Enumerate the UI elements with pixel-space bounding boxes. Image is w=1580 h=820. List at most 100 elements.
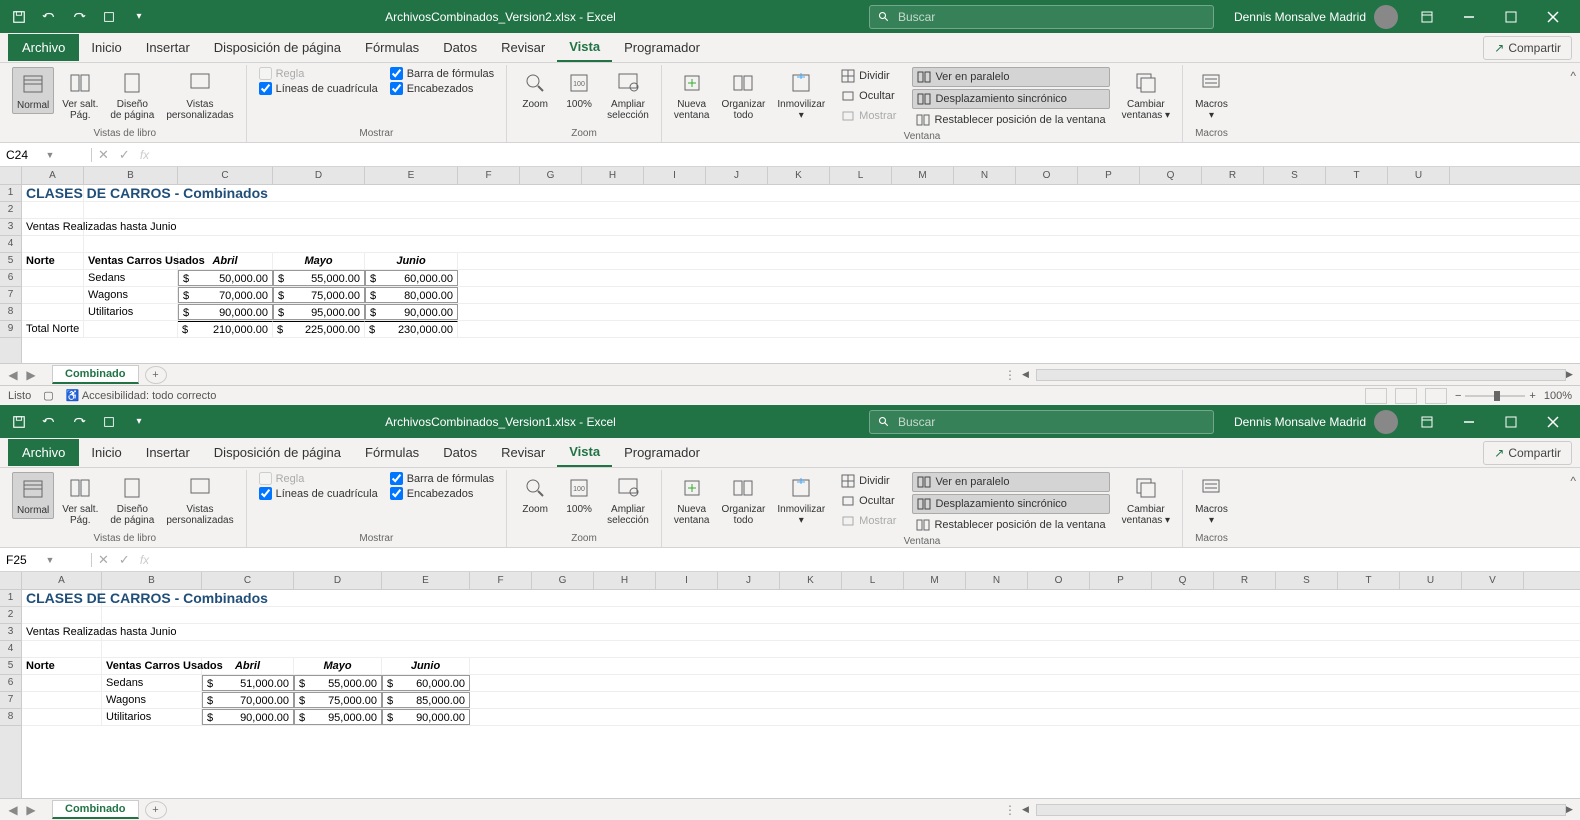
redo-icon[interactable]	[66, 411, 92, 433]
col-header[interactable]: G	[532, 572, 594, 589]
col-header[interactable]: D	[294, 572, 382, 589]
macro-record-icon[interactable]: ▢	[43, 389, 53, 402]
cell[interactable]: Ventas Realizadas hasta Junio	[22, 624, 102, 640]
sidebyside-button[interactable]: Ver en paralelo	[912, 67, 1109, 87]
cell[interactable]: $95,000.00	[273, 304, 365, 320]
unhide-button[interactable]: Mostrar	[837, 512, 900, 530]
row-header[interactable]: 7	[0, 692, 21, 709]
cell[interactable]: Sedans	[102, 675, 202, 691]
col-header[interactable]: A	[22, 572, 102, 589]
tab-datos[interactable]: Datos	[431, 439, 489, 466]
col-header[interactable]: H	[582, 167, 644, 184]
col-header[interactable]: P	[1078, 167, 1140, 184]
tab-archivo[interactable]: Archivo	[8, 34, 79, 61]
zoom-slider[interactable]	[1465, 395, 1525, 397]
headings-checkbox[interactable]: Encabezados	[390, 487, 494, 500]
col-header[interactable]: I	[656, 572, 718, 589]
save-icon[interactable]	[6, 411, 32, 433]
close-icon[interactable]	[1532, 407, 1574, 437]
cell[interactable]: Ventas Carros Usados	[102, 658, 202, 674]
row-header[interactable]: 1	[0, 590, 21, 607]
syncscroll-button[interactable]: Desplazamiento sincrónico	[912, 89, 1109, 109]
cell[interactable]	[22, 270, 84, 286]
pagebreak-button[interactable]: Ver salt. Pág.	[58, 67, 102, 123]
cancel-icon[interactable]: ✕	[98, 552, 109, 568]
cell[interactable]	[22, 709, 102, 725]
cell[interactable]	[22, 675, 102, 691]
cell[interactable]: $60,000.00	[365, 270, 458, 286]
col-header[interactable]: F	[458, 167, 520, 184]
scroll-left-icon[interactable]: ◀	[1022, 369, 1036, 380]
search-input[interactable]	[898, 415, 1205, 429]
tab-inicio[interactable]: Inicio	[79, 34, 133, 61]
formulabar-checkbox[interactable]: Barra de fórmulas	[390, 472, 494, 485]
zoom-out-icon[interactable]: −	[1455, 390, 1461, 402]
view-pagebreak-icon[interactable]	[1425, 388, 1447, 404]
qat-dropdown-icon[interactable]: ▾	[126, 411, 152, 433]
col-header[interactable]: L	[842, 572, 904, 589]
zoom-level[interactable]: 100%	[1544, 390, 1572, 402]
qat-dropdown-icon[interactable]: ▾	[126, 6, 152, 28]
cell[interactable]: $90,000.00	[178, 304, 273, 320]
view-pagelayout-icon[interactable]	[1395, 388, 1417, 404]
hide-button[interactable]: Ocultar	[837, 87, 900, 105]
col-header[interactable]: A	[22, 167, 84, 184]
zoomselect-button[interactable]: Ampliar selección	[603, 67, 653, 123]
pagelayout-button[interactable]: Diseño de página	[106, 472, 158, 528]
unhide-button[interactable]: Mostrar	[837, 107, 900, 125]
tab-programador[interactable]: Programador	[612, 34, 712, 61]
cell[interactable]: Utilitarios	[84, 304, 178, 320]
cell[interactable]: Norte	[22, 253, 84, 269]
freeze-button[interactable]: Inmovilizar▾	[773, 67, 829, 123]
normal-button[interactable]: Normal	[12, 67, 54, 114]
row-header[interactable]: 7	[0, 287, 21, 304]
cell[interactable]: Total Norte	[22, 321, 84, 337]
col-header[interactable]: J	[718, 572, 780, 589]
col-header[interactable]: F	[470, 572, 532, 589]
switchwindows-button[interactable]: Cambiar ventanas ▾	[1118, 472, 1174, 528]
add-sheet-button[interactable]: +	[145, 801, 167, 819]
col-header[interactable]: S	[1264, 167, 1326, 184]
cell[interactable]: $51,000.00	[202, 675, 294, 691]
tab-revisar[interactable]: Revisar	[489, 34, 557, 61]
select-all-cell[interactable]	[0, 167, 21, 185]
tab-vista[interactable]: Vista	[557, 33, 612, 62]
scroll-left-icon[interactable]: ◀	[1022, 804, 1036, 815]
spreadsheet-grid[interactable]: 1 2 3 4 5 6 7 8 A B C D E F G H I J K L	[0, 572, 1580, 798]
col-header[interactable]: U	[1400, 572, 1462, 589]
cell[interactable]: Abril	[202, 658, 294, 674]
col-header[interactable]: J	[706, 167, 768, 184]
chevron-down-icon[interactable]: ▼	[46, 555, 86, 565]
row-header[interactable]: 4	[0, 236, 21, 253]
col-header[interactable]: K	[780, 572, 842, 589]
cell[interactable]: $90,000.00	[382, 709, 470, 725]
cell[interactable]: Wagons	[102, 692, 202, 708]
minimize-icon[interactable]	[1448, 407, 1490, 437]
col-header[interactable]: V	[1462, 572, 1524, 589]
cell[interactable]: $75,000.00	[273, 287, 365, 303]
cell[interactable]: $90,000.00	[365, 304, 458, 320]
tab-insertar[interactable]: Insertar	[134, 439, 202, 466]
col-header[interactable]: R	[1202, 167, 1264, 184]
maximize-icon[interactable]	[1490, 407, 1532, 437]
gridlines-checkbox[interactable]: Líneas de cuadrícula	[259, 82, 378, 95]
sheet-prev-icon[interactable]: ◀	[6, 368, 20, 382]
minimize-icon[interactable]	[1448, 2, 1490, 32]
col-header[interactable]: K	[768, 167, 830, 184]
col-header[interactable]: T	[1338, 572, 1400, 589]
horizontal-scrollbar[interactable]	[1036, 369, 1566, 381]
cell[interactable]	[22, 607, 102, 623]
tab-inicio[interactable]: Inicio	[79, 439, 133, 466]
fx-icon[interactable]: fx	[140, 148, 149, 162]
formula-input[interactable]	[159, 147, 1574, 162]
search-box[interactable]	[869, 5, 1214, 29]
cell[interactable]: $70,000.00	[178, 287, 273, 303]
touchmouse-icon[interactable]	[96, 6, 122, 28]
col-header[interactable]: S	[1276, 572, 1338, 589]
customviews-button[interactable]: Vistas personalizadas	[162, 472, 237, 528]
tab-disposicion[interactable]: Disposición de página	[202, 439, 353, 466]
col-header[interactable]: C	[178, 167, 273, 184]
100-button[interactable]: 100100%	[559, 472, 599, 517]
col-header[interactable]: Q	[1140, 167, 1202, 184]
col-header[interactable]: O	[1028, 572, 1090, 589]
